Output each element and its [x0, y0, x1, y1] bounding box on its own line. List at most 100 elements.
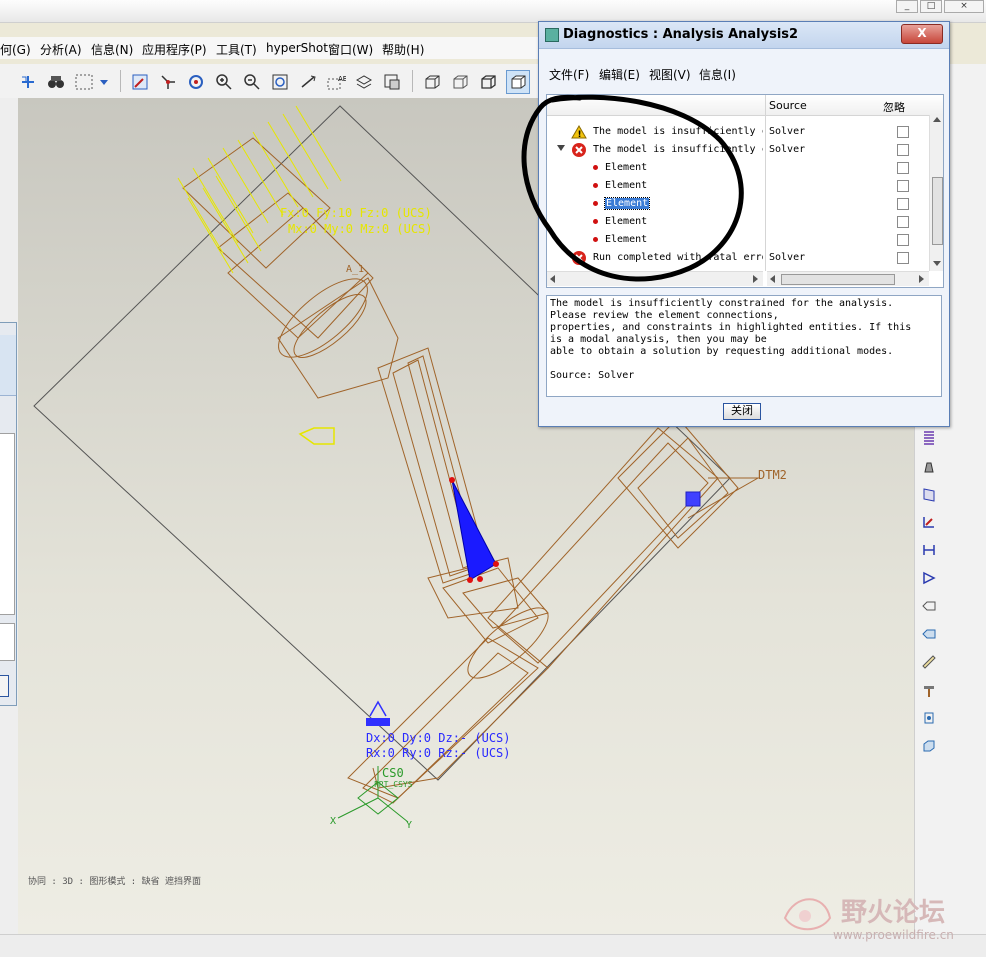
- scroll-left-icon[interactable]: [770, 275, 775, 283]
- maximize-button[interactable]: □: [920, 0, 942, 13]
- datum-plane-label: DTM2: [758, 468, 787, 482]
- collapse-triangle-icon[interactable]: [557, 145, 565, 151]
- tree-row[interactable]: Element: [547, 231, 929, 249]
- row-message: Element: [605, 180, 648, 191]
- node-marker: [477, 576, 483, 582]
- tree-row[interactable]: The model is insufficiently constrained …: [547, 141, 929, 159]
- csys-sublabel: PRT_CSYS: [374, 780, 413, 789]
- binoculars-icon[interactable]: [44, 70, 68, 94]
- panel-field[interactable]: [0, 433, 15, 615]
- menu-help[interactable]: 帮助(H): [382, 41, 424, 58]
- row-message: The model is insufficiently constrained: [593, 144, 763, 155]
- dialog-menu-view[interactable]: 视图(V): [649, 66, 691, 83]
- tree-row[interactable]: ! The model is insufficiently constraine…: [547, 123, 929, 141]
- hammer-icon[interactable]: [919, 680, 939, 700]
- shading-icon[interactable]: [506, 70, 530, 94]
- refit-icon[interactable]: [268, 70, 292, 94]
- minimize-button[interactable]: _: [896, 0, 918, 13]
- panel-button[interactable]: [0, 675, 9, 697]
- load-label-force: Fx:0 Fy:10 Fz:0 (UCS): [280, 206, 432, 220]
- measure-2-icon[interactable]: [919, 624, 939, 644]
- tree-row[interactable]: Run completed with fatal errors Solver: [547, 249, 929, 267]
- tree-row[interactable]: Element: [547, 213, 929, 231]
- select-box-icon[interactable]: [70, 70, 98, 94]
- menu-tools[interactable]: 工具(T): [216, 41, 257, 58]
- scroll-right-icon[interactable]: [753, 275, 758, 283]
- panel-field[interactable]: [0, 623, 15, 661]
- ignore-checkbox[interactable]: [897, 180, 909, 192]
- tree-row[interactable]: Element: [547, 159, 929, 177]
- constraint-marker: [685, 491, 701, 507]
- view-manager-icon[interactable]: [380, 70, 404, 94]
- scroll-right-icon[interactable]: [919, 275, 924, 283]
- zoom-out-icon[interactable]: [240, 70, 264, 94]
- tree-header: Source 忽略: [547, 95, 943, 116]
- wireframe-icon[interactable]: [420, 70, 444, 94]
- layers-icon[interactable]: [352, 70, 376, 94]
- menu-window[interactable]: 窗口(W): [328, 41, 373, 58]
- beam-icon[interactable]: [919, 484, 939, 504]
- details-text-area[interactable]: The model is insufficiently constrained …: [546, 295, 942, 397]
- tree-row[interactable]: Element: [547, 177, 929, 195]
- repaint-icon[interactable]: [128, 70, 152, 94]
- column-source[interactable]: Source: [769, 99, 807, 112]
- reorient-icon[interactable]: [296, 70, 320, 94]
- saved-views-icon[interactable]: AB: [324, 70, 348, 94]
- svg-text:!: !: [578, 130, 582, 139]
- ignore-checkbox[interactable]: [897, 144, 909, 156]
- menu-analysis[interactable]: 分析(A): [40, 41, 82, 58]
- ignore-checkbox[interactable]: [897, 252, 909, 264]
- tree-vertical-scrollbar[interactable]: [929, 115, 943, 271]
- hidden-line-icon[interactable]: [448, 70, 472, 94]
- svg-text:AB: AB: [338, 75, 346, 83]
- dialog-menu-info[interactable]: 信息(I): [699, 66, 736, 83]
- diagnostics-tree[interactable]: Source 忽略 ! The model is insufficiently …: [546, 94, 944, 288]
- no-hidden-icon[interactable]: [476, 70, 500, 94]
- scroll-down-icon[interactable]: [933, 261, 941, 266]
- source-horizontal-scrollbar[interactable]: [767, 271, 929, 286]
- close-button[interactable]: 关闭: [723, 403, 761, 420]
- ignore-checkbox[interactable]: [897, 162, 909, 174]
- dialog-titlebar[interactable]: Diagnostics : Analysis Analysis2 X: [539, 22, 949, 49]
- ignore-checkbox[interactable]: [897, 126, 909, 138]
- measure-icon[interactable]: [919, 596, 939, 616]
- dropdown-arrow-icon[interactable]: [96, 70, 112, 94]
- menu-geometry[interactable]: 何(G): [0, 41, 31, 58]
- orient-mode-icon[interactable]: [184, 70, 208, 94]
- ruler-icon[interactable]: [919, 652, 939, 672]
- diagnostics-dialog[interactable]: Diagnostics : Analysis Analysis2 X 文件(F)…: [538, 21, 950, 427]
- analysis-icon[interactable]: [919, 708, 939, 728]
- dialog-menu-file[interactable]: 文件(F): [549, 66, 589, 83]
- details-line: able to obtain a solution by requesting …: [550, 346, 894, 357]
- regenerate-icon[interactable]: [16, 70, 40, 94]
- row-message: Run completed with fatal errors: [593, 252, 763, 263]
- scroll-thumb[interactable]: [781, 274, 895, 285]
- main-toolbar: AB: [0, 64, 540, 99]
- zoom-in-icon[interactable]: [212, 70, 236, 94]
- toolbar-overflow: [950, 64, 986, 98]
- ignore-checkbox[interactable]: [897, 216, 909, 228]
- scroll-thumb[interactable]: [932, 177, 943, 245]
- results-icon[interactable]: [919, 736, 939, 756]
- spring-icon[interactable]: [919, 428, 939, 448]
- mass-icon[interactable]: [919, 456, 939, 476]
- menu-info[interactable]: 信息(N): [91, 41, 133, 58]
- shell-icon[interactable]: [919, 512, 939, 532]
- menu-hypershot[interactable]: hyperShot: [266, 41, 328, 55]
- tree-row-selected[interactable]: Element: [547, 195, 929, 213]
- ignore-checkbox[interactable]: [897, 198, 909, 210]
- weld-icon[interactable]: [919, 540, 939, 560]
- menu-applications[interactable]: 应用程序(P): [142, 41, 207, 58]
- element-bullet-icon: [593, 219, 598, 224]
- dialog-close-x-button[interactable]: X: [901, 24, 943, 44]
- error-icon: [572, 143, 586, 157]
- spin-center-icon[interactable]: [156, 70, 180, 94]
- ignore-checkbox[interactable]: [897, 234, 909, 246]
- close-window-button[interactable]: ×: [944, 0, 984, 13]
- scroll-left-icon[interactable]: [550, 275, 555, 283]
- scroll-up-icon[interactable]: [933, 117, 941, 122]
- dialog-menu-edit[interactable]: 编辑(E): [599, 66, 640, 83]
- column-ignore[interactable]: 忽略: [883, 99, 905, 115]
- tree-horizontal-scrollbar[interactable]: [547, 271, 763, 286]
- rigid-link-icon[interactable]: [919, 568, 939, 588]
